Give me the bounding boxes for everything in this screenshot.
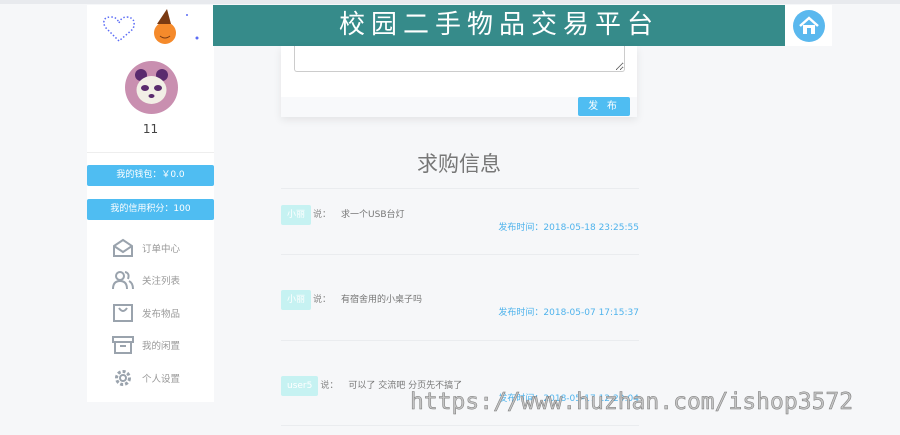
sidebar-item-label: 订单中心 [142,244,181,255]
user-badge[interactable]: user5 [281,376,319,396]
archive-icon [112,336,134,354]
sidebar-item-label: 我的闲置 [142,341,181,352]
user-badge[interactable]: 小丽 [281,290,312,310]
said-label: 说： [313,295,332,305]
said-label: 说： [313,210,332,220]
bag-icon [113,304,133,322]
wallet-button[interactable]: 我的钱包：￥0.0 [87,165,214,186]
section-title: 求购信息 [417,152,501,176]
sidebar-item-label: 发布物品 [142,309,181,320]
divider [281,188,639,189]
banner-decoration-image [87,5,213,46]
sidebar-item-idle[interactable]: 我的闲置 [112,333,180,357]
username: 11 [142,122,159,136]
sidebar-item-settings[interactable]: 个人设置 [112,366,180,390]
list-item: 小丽 说： 有宿舍用的小桌子吗 发布时间：2018-05-07 17:15:37 [281,287,639,318]
credit-score-button[interactable]: 我的信用积分：100 [87,199,214,220]
post-request-card: 发 布 [281,46,637,117]
publish-button[interactable]: 发 布 [578,97,630,116]
request-textarea[interactable] [294,46,625,72]
site-title-banner: 校园二手物品交易平台 [213,5,785,46]
post-time: 发布时间：2018-05-18 23:25:55 [498,223,639,233]
gear-icon [115,370,131,386]
said-label: 说： [320,381,339,391]
post-time: 发布时间：2018-05-07 17:15:37 [498,308,639,318]
sidebar-item-label: 关注列表 [142,276,181,287]
divider [281,340,639,341]
list-item: 小丽 说： 求一个USB台灯 发布时间：2018-05-18 23:25:55 [281,202,639,233]
mail-icon [113,238,133,257]
sidebar-item-label: 个人设置 [142,374,181,385]
avatar[interactable] [125,61,178,114]
user-badge[interactable]: 小丽 [281,205,312,225]
message-text: 求一个USB台灯 [341,210,405,220]
message-text: 有宿舍用的小桌子吗 [341,295,423,305]
watermark: https://www.huzhan.com/ishop3572 [410,389,854,416]
divider [87,152,214,153]
home-button[interactable] [785,5,832,46]
sidebar-item-orders[interactable]: 订单中心 [112,236,180,260]
sidebar-item-following[interactable]: 关注列表 [112,268,180,292]
home-icon [792,9,825,42]
top-border [0,0,900,4]
divider [281,425,639,426]
users-icon [112,271,134,290]
divider [281,254,639,255]
sidebar: 11 我的钱包：￥0.0 我的信用积分：100 订单中心 关注列表 发布物品 我… [87,46,214,402]
sidebar-item-publish[interactable]: 发布物品 [112,301,180,325]
